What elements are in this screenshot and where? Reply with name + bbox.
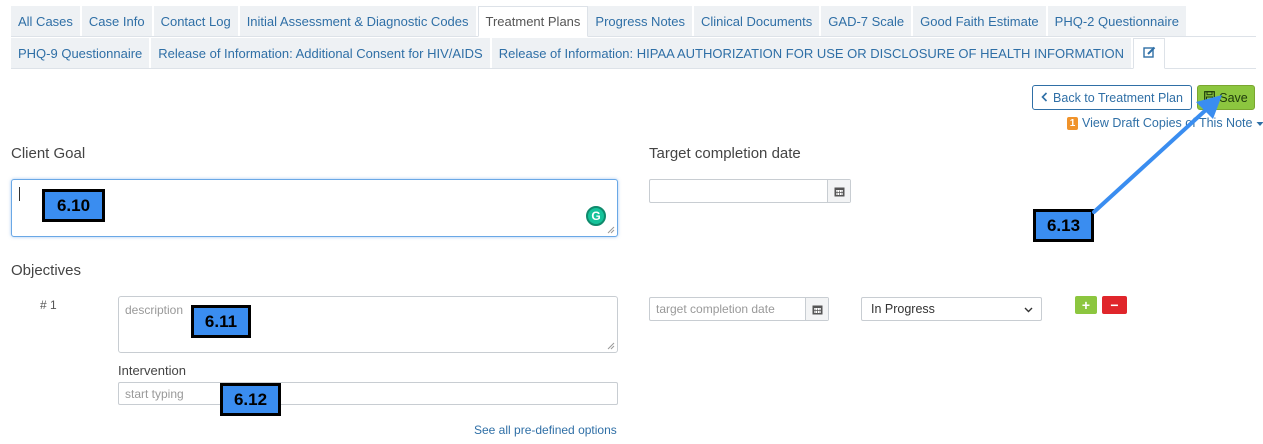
tab-treatment-plans[interactable]: Treatment Plans xyxy=(477,6,589,37)
annotation-badge-6-10: 6.10 xyxy=(42,189,105,222)
tab-edit[interactable] xyxy=(1133,38,1166,69)
objective-number: # 1 xyxy=(40,298,57,312)
plus-icon: + xyxy=(1081,297,1091,313)
see-all-predefined-options-link[interactable]: See all pre-defined options xyxy=(474,423,617,437)
tab-phq2[interactable]: PHQ-2 Questionnaire xyxy=(1047,6,1188,36)
tab-phq9[interactable]: PHQ-9 Questionnaire xyxy=(11,38,152,68)
tab-gad7[interactable]: GAD-7 Scale xyxy=(821,6,914,36)
remove-objective-button[interactable]: − xyxy=(1102,296,1127,314)
tab-progress-notes[interactable]: Progress Notes xyxy=(588,6,695,36)
edit-icon xyxy=(1142,46,1156,62)
chevron-down-icon xyxy=(1024,302,1033,316)
objectives-label: Objectives xyxy=(11,262,82,279)
annotation-badge-6-12: 6.12 xyxy=(220,383,281,416)
tab-row-1: All Cases Case Info Contact Log Initial … xyxy=(11,6,1256,37)
objective-target-date-input[interactable]: target completion date xyxy=(649,297,829,321)
add-objective-button[interactable]: + xyxy=(1075,296,1097,314)
objective-status-value: In Progress xyxy=(871,302,935,316)
resize-handle-icon[interactable] xyxy=(607,226,615,234)
calendar-button[interactable] xyxy=(805,298,828,320)
back-to-treatment-plan-button[interactable]: Back to Treatment Plan xyxy=(1032,85,1192,110)
chevron-left-icon xyxy=(1041,91,1048,105)
intervention-label: Intervention xyxy=(118,363,186,378)
tab-initial-assessment[interactable]: Initial Assessment & Diagnostic Codes xyxy=(239,6,478,36)
objective-target-date-placeholder: target completion date xyxy=(656,302,775,316)
save-button-label: Save xyxy=(1219,90,1248,105)
back-button-label: Back to Treatment Plan xyxy=(1053,90,1183,105)
tab-contact-log[interactable]: Contact Log xyxy=(153,6,240,36)
calendar-icon xyxy=(834,187,844,196)
objective-status-select[interactable]: In Progress xyxy=(861,297,1042,321)
calendar-icon xyxy=(812,305,822,314)
tab-case-info[interactable]: Case Info xyxy=(81,6,154,36)
save-button[interactable]: Save xyxy=(1197,85,1255,110)
view-draft-copies-link[interactable]: 1 View Draft Copies of This Note xyxy=(1067,116,1263,130)
client-goal-label: Client Goal xyxy=(11,145,86,162)
tab-good-faith-estimate[interactable]: Good Faith Estimate xyxy=(913,6,1048,36)
floppy-disk-icon xyxy=(1204,90,1216,105)
intervention-placeholder: start typing xyxy=(125,386,184,401)
annotation-badge-6-13: 6.13 xyxy=(1033,209,1094,242)
tab-all-cases[interactable]: All Cases xyxy=(11,6,82,36)
tab-roi-hipaa[interactable]: Release of Information: HIPAA AUTHORIZAT… xyxy=(491,38,1134,68)
text-caret xyxy=(19,187,20,201)
target-completion-date-input[interactable] xyxy=(649,179,851,203)
tab-roi-hiv[interactable]: Release of Information: Additional Conse… xyxy=(151,38,492,68)
draft-count-badge: 1 xyxy=(1067,116,1078,130)
tab-row-2: PHQ-9 Questionnaire Release of Informati… xyxy=(11,38,1256,69)
annotation-badge-6-11: 6.11 xyxy=(191,305,251,338)
description-placeholder: description xyxy=(125,303,184,317)
draft-copies-label: View Draft Copies of This Note xyxy=(1082,116,1253,130)
tab-bar: All Cases Case Info Contact Log Initial … xyxy=(11,6,1256,69)
minus-icon: − xyxy=(1110,297,1119,313)
tab-clinical-documents[interactable]: Clinical Documents xyxy=(694,6,822,36)
grammarly-icon[interactable]: G xyxy=(586,206,606,226)
target-completion-date-label: Target completion date xyxy=(649,145,801,162)
calendar-button[interactable] xyxy=(827,180,850,202)
intervention-input[interactable]: start typing xyxy=(118,382,618,405)
resize-handle-icon[interactable] xyxy=(607,342,615,350)
caret-down-icon xyxy=(1256,116,1263,130)
